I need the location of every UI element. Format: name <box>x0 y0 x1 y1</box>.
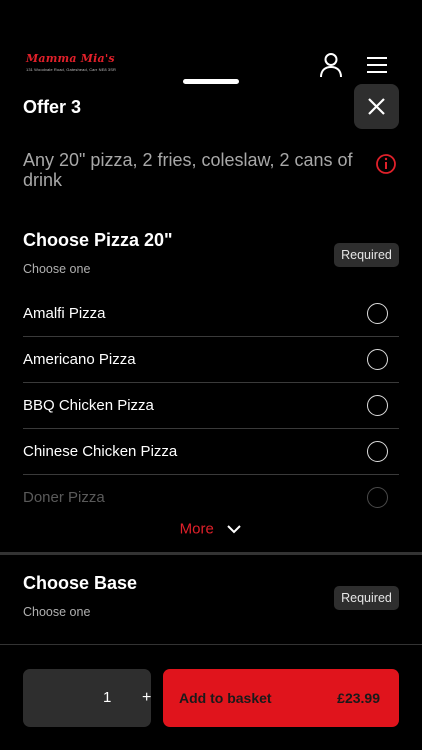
hamburger-menu-icon[interactable] <box>364 54 390 76</box>
option-row[interactable]: Chinese Chicken Pizza <box>23 429 399 475</box>
close-button[interactable] <box>354 84 399 129</box>
section-subtitle-base: Choose one <box>23 605 91 619</box>
required-badge: Required <box>334 243 399 267</box>
section-divider <box>0 644 422 645</box>
pizza-options-list: Amalfi Pizza Americano Pizza BBQ Chicken… <box>23 291 399 521</box>
option-row[interactable]: Doner Pizza <box>23 475 399 521</box>
radio-button[interactable] <box>367 303 388 324</box>
logo-name: Mamma Mia's <box>26 52 115 65</box>
section-title-pizza: Choose Pizza 20" <box>23 230 173 250</box>
offer-title: Offer 3 <box>23 97 82 117</box>
logo-address: 131 Woodvale Road, Gateshead, Carr NE8 3… <box>26 67 116 72</box>
offer-description: Any 20" pizza, 2 fries, coleslaw, 2 cans… <box>23 150 353 190</box>
option-row[interactable]: Amalfi Pizza <box>23 291 399 337</box>
price-label: £23.99 <box>337 690 380 706</box>
basket-footer: 1 + Add to basket £23.99 <box>0 669 422 727</box>
option-label: BBQ Chicken Pizza <box>23 397 154 414</box>
option-label: Doner Pizza <box>23 489 105 506</box>
add-to-basket-button[interactable]: Add to basket £23.99 <box>163 669 399 727</box>
user-icon[interactable] <box>318 52 344 78</box>
sheet-drag-handle[interactable] <box>183 79 239 84</box>
quantity-value: 1 <box>103 689 112 706</box>
radio-button[interactable] <box>367 487 388 508</box>
more-label: More <box>179 520 214 538</box>
option-row[interactable]: BBQ Chicken Pizza <box>23 383 399 429</box>
option-label: Americano Pizza <box>23 351 136 368</box>
radio-button[interactable] <box>367 349 388 370</box>
add-to-basket-label: Add to basket <box>179 690 272 706</box>
section-divider <box>0 552 422 555</box>
option-row[interactable]: Americano Pizza <box>23 337 399 383</box>
chevron-down-icon <box>227 525 242 534</box>
radio-button[interactable] <box>367 441 388 462</box>
quantity-stepper[interactable]: 1 + <box>23 669 151 727</box>
close-icon <box>368 98 385 115</box>
option-label: Amalfi Pizza <box>23 305 106 322</box>
radio-button[interactable] <box>367 395 388 416</box>
required-badge: Required <box>334 586 399 610</box>
section-subtitle-pizza: Choose one <box>23 262 91 276</box>
more-button[interactable]: More <box>0 520 422 544</box>
option-label: Chinese Chicken Pizza <box>23 443 178 460</box>
increment-button[interactable]: + <box>142 689 151 707</box>
section-title-base: Choose Base <box>23 573 138 593</box>
top-bar: Mamma Mia's 131 Woodvale Road, Gateshead… <box>0 0 422 90</box>
brand-logo[interactable]: Mamma Mia's 131 Woodvale Road, Gateshead… <box>24 52 116 76</box>
info-icon[interactable] <box>375 153 397 175</box>
